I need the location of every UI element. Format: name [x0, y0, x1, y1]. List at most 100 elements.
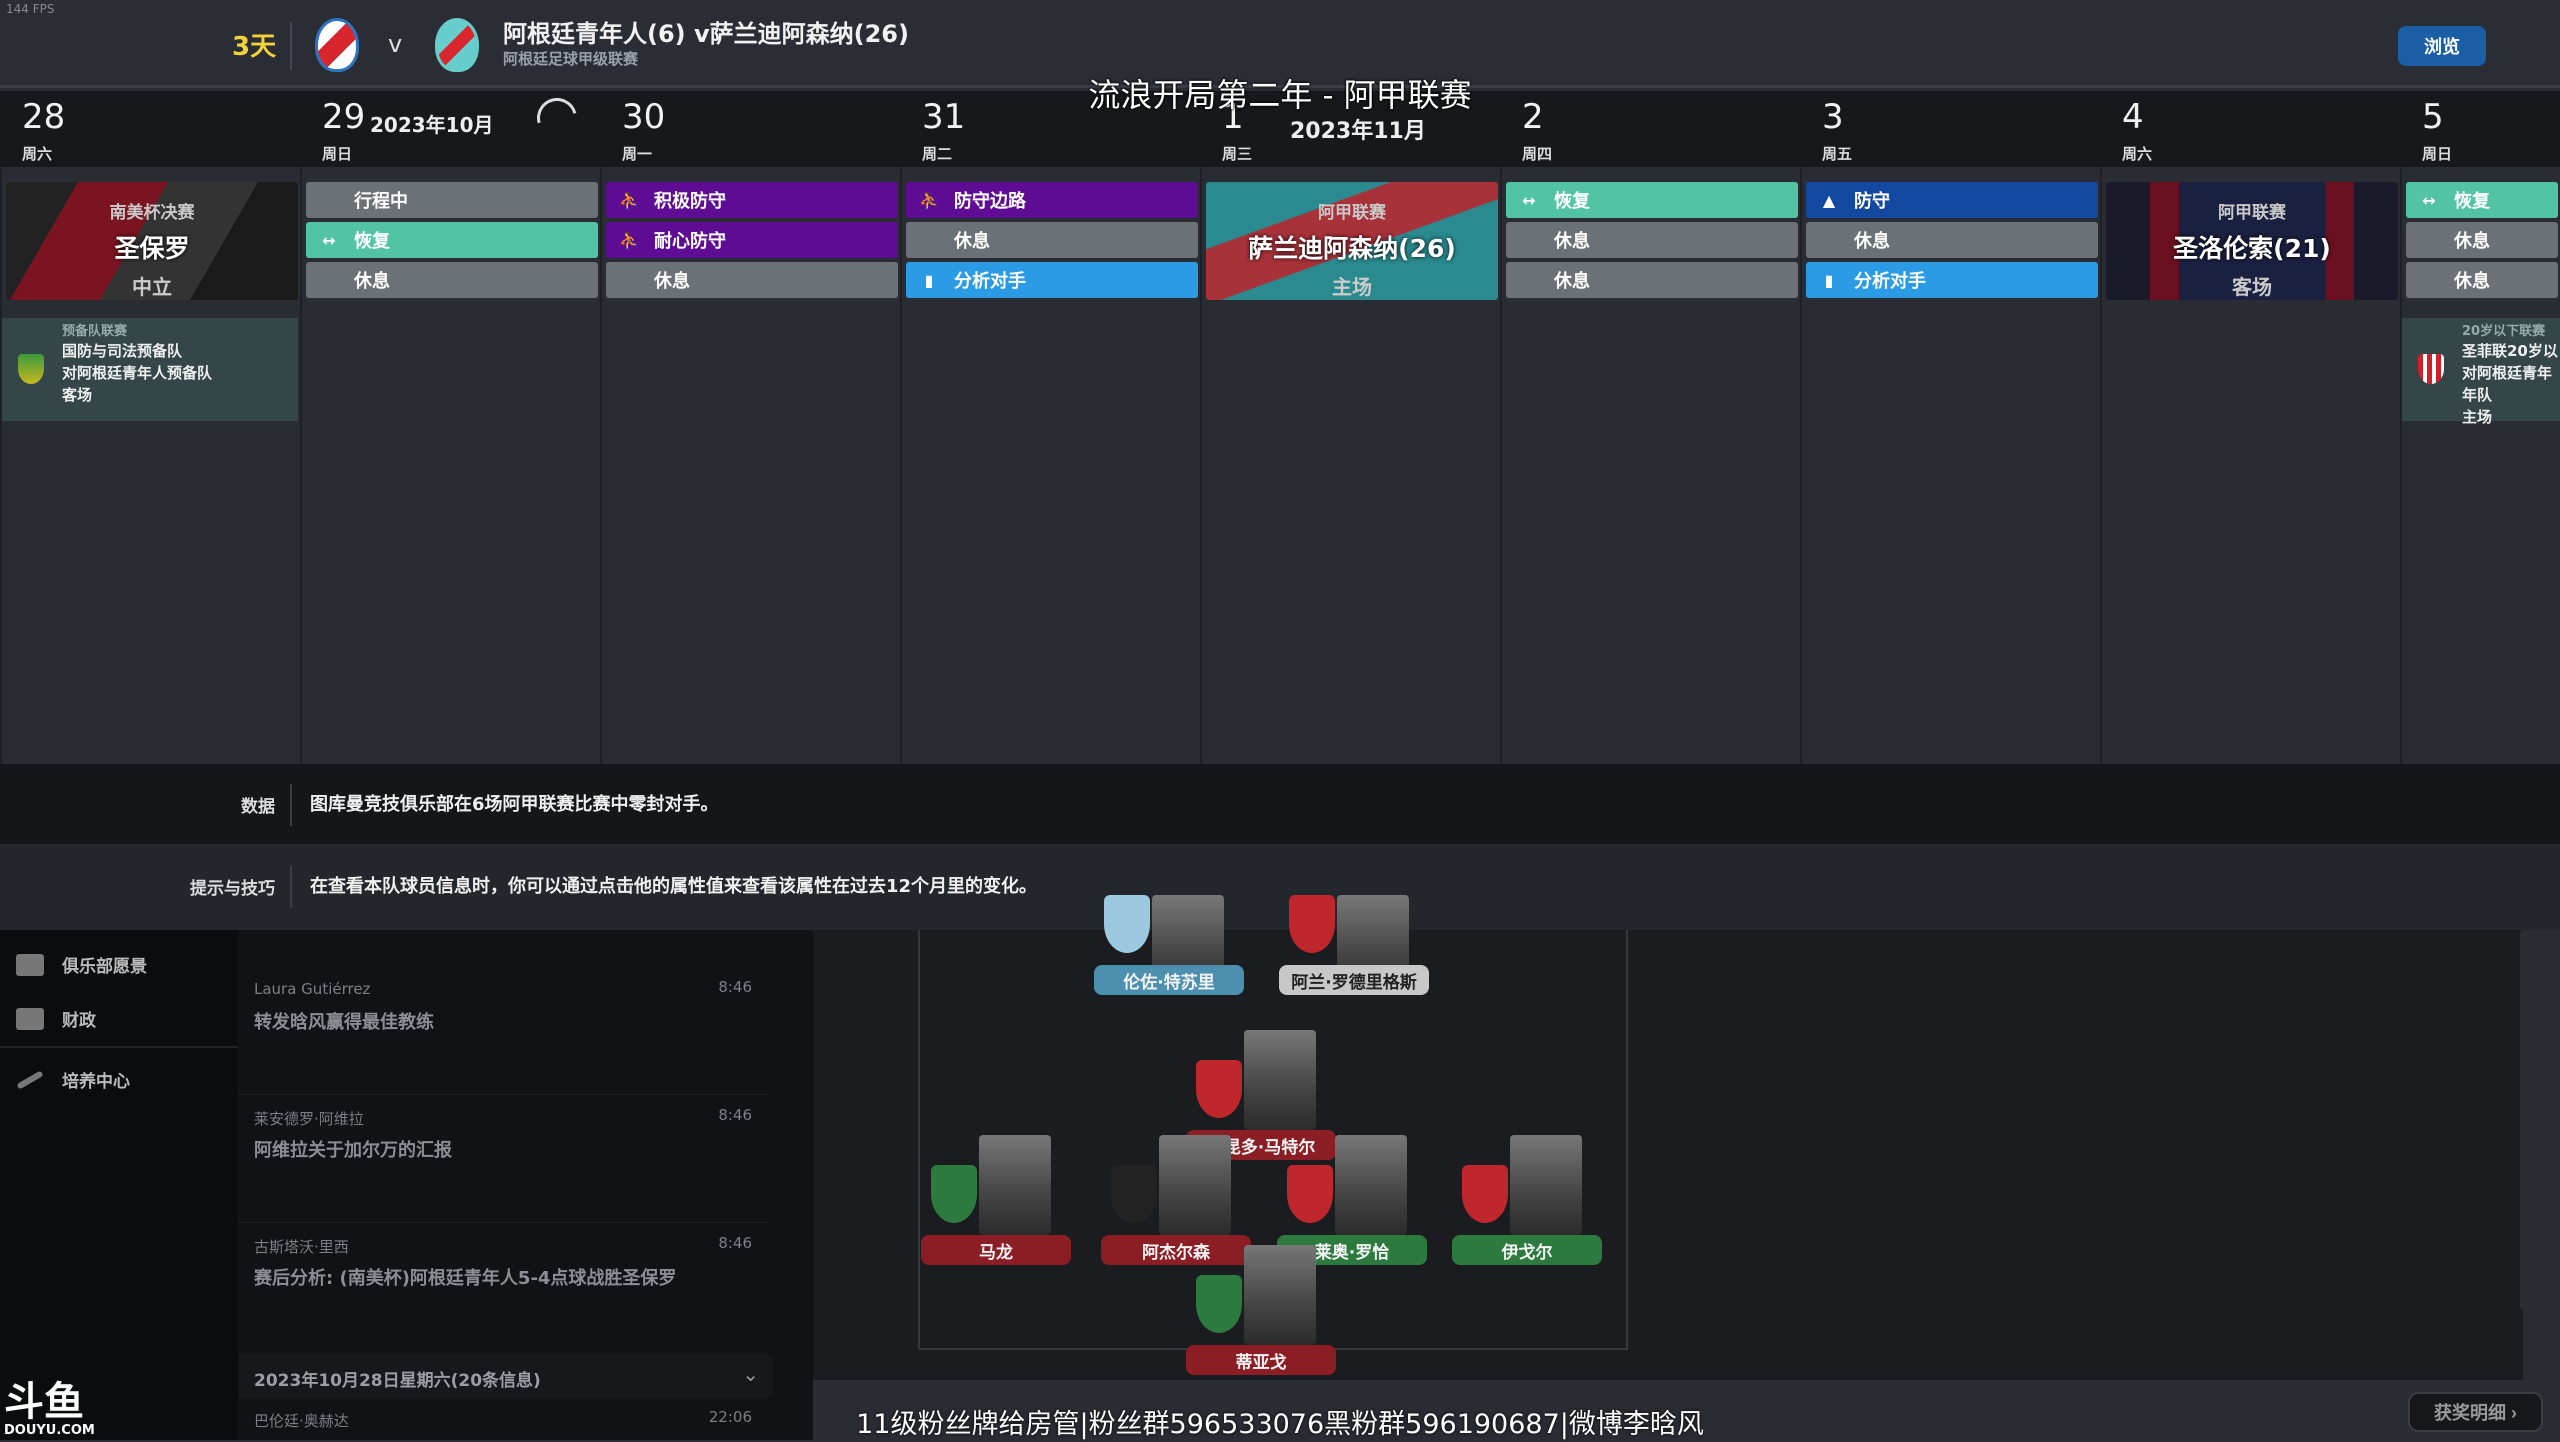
training-session[interactable]: 休息	[606, 262, 898, 298]
day-column: 阿甲联赛 圣洛伦索(21) 客场	[2100, 167, 2400, 764]
fixture-competition: 20岁以下联赛	[2462, 324, 2546, 339]
day-column: ⛹ 积极防守 ⛹ 耐心防守休息	[600, 167, 900, 764]
match-card[interactable]: 阿甲联赛 圣洛伦索(21) 客场	[2106, 182, 2398, 300]
news-time: 8:46	[718, 1234, 752, 1252]
growth-icon	[16, 1069, 44, 1090]
day-header[interactable]: 3 周五	[1800, 91, 2100, 167]
news-group-label: 2023年10月28日星期六(20条信息)	[254, 1371, 541, 1391]
session-label: 休息	[1554, 271, 1590, 292]
divider	[290, 22, 292, 70]
day-number: 31	[922, 97, 966, 137]
weekday-label: 周六	[2122, 145, 2153, 163]
day-number: 2	[1522, 97, 1544, 137]
training-session[interactable]: ▲ 防守	[1806, 182, 2098, 218]
day-header[interactable]: 1 2023年11月 周三	[1200, 91, 1500, 167]
sidebar-item-club-vision[interactable]: 俱乐部愿景	[16, 952, 147, 977]
day-header[interactable]: 4 周六	[2100, 91, 2400, 167]
news-time: 8:46	[718, 1106, 752, 1124]
tip-text: 在查看本队球员信息时，你可以通过点击他的属性值来查看该属性在过去12个月里的变化…	[310, 876, 1038, 897]
session-label: 恢复	[354, 231, 390, 252]
tackle-icon: ⛹	[919, 190, 939, 210]
news-item[interactable]: 莱安德罗·阿维拉 8:46 阿维拉关于加尔万的汇报	[238, 1098, 768, 1223]
training-session[interactable]: 行程中	[306, 182, 598, 218]
club-crest-icon	[1196, 1060, 1242, 1118]
formation-player[interactable]: 伊戈尔	[1452, 1135, 1602, 1265]
match-title[interactable]: 阿根廷青年人(6) v萨兰迪阿森纳(26)	[503, 14, 909, 49]
training-session[interactable]: ⛹ 防守边路	[906, 182, 1198, 218]
player-photo	[1335, 1135, 1407, 1235]
player-photo	[1152, 895, 1224, 965]
day-header[interactable]: 31 周二	[900, 91, 1200, 167]
formation-player[interactable]: 阿兰·罗德里格斯	[1279, 895, 1429, 995]
training-session[interactable]: ▮ 分析对手	[906, 262, 1198, 298]
training-session[interactable]: 休息	[2406, 262, 2558, 298]
day-header[interactable]: 2 周四	[1500, 91, 1800, 167]
training-session[interactable]: ⛹ 耐心防守	[606, 222, 898, 258]
session-label: 恢复	[2454, 191, 2490, 212]
away-team-badge-icon[interactable]	[435, 18, 479, 72]
training-session[interactable]: 休息	[1506, 222, 1798, 258]
training-session[interactable]: ↔ 恢复	[1506, 182, 1798, 218]
home-team-badge-icon[interactable]	[315, 18, 359, 72]
scrollbar[interactable]	[2520, 930, 2528, 1310]
formation-player[interactable]: 蒂亚戈	[1186, 1245, 1336, 1375]
sidebar-item-label: 培养中心	[62, 1072, 130, 1092]
session-label: 防守	[1854, 191, 1890, 212]
training-session[interactable]: ↔ 恢复	[306, 222, 598, 258]
training-session[interactable]: ↔ 恢复	[2406, 182, 2558, 218]
reserve-fixture[interactable]: 预备队联赛 国防与司法预备队 对阿根廷青年人预备队 客场	[2, 318, 298, 421]
browse-button[interactable]: 浏览	[2398, 26, 2486, 66]
tackle-icon: ⛹	[619, 230, 639, 250]
session-label: 休息	[1854, 231, 1890, 252]
match-opponent: 圣洛伦索(21)	[2173, 234, 2331, 263]
news-sender: 莱安德罗·阿维拉	[254, 1110, 364, 1128]
training-session[interactable]: 休息	[2406, 222, 2558, 258]
sidebar-item-development-centre[interactable]: 培养中心	[16, 1067, 130, 1092]
player-name-label: 马龙	[921, 1235, 1071, 1265]
weekday-label: 周一	[622, 145, 653, 163]
session-label: 行程中	[354, 191, 408, 212]
training-session[interactable]: 休息	[1506, 262, 1798, 298]
awards-detail-button[interactable]: 获奖明细 ›	[2408, 1392, 2543, 1432]
sidebar-item-finance[interactable]: 财政	[16, 1006, 96, 1031]
training-session[interactable]: 休息	[1806, 222, 2098, 258]
news-time: 8:46	[718, 978, 752, 996]
recovery-icon: ↔	[2422, 190, 2436, 210]
training-session[interactable]: 休息	[906, 222, 1198, 258]
fixture-line: 对阿根廷青年人预备队	[62, 364, 213, 382]
weekday-label: 周五	[1822, 145, 1853, 163]
day-header[interactable]: 30 周一	[600, 91, 900, 167]
chevron-down-icon[interactable]: ⌄	[742, 1362, 759, 1386]
fps-counter: 144 FPS	[6, 2, 55, 16]
weekday-label: 周六	[22, 145, 53, 163]
formation-player[interactable]: 伦佐·特苏里	[1094, 895, 1244, 995]
training-session[interactable]: ⛹ 积极防守	[606, 182, 898, 218]
day-header[interactable]: 28 周六	[0, 91, 300, 167]
club-crest-icon	[1196, 1275, 1242, 1333]
training-session[interactable]: ▮ 分析对手	[1806, 262, 2098, 298]
session-label: 分析对手	[954, 271, 1026, 292]
session-label: 防守边路	[954, 191, 1026, 212]
match-card[interactable]: 南美杯决赛 圣保罗 中立	[6, 182, 298, 300]
fixture-competition: 预备队联赛	[62, 324, 128, 339]
match-card[interactable]: 阿甲联赛 萨兰迪阿森纳(26) 主场	[1206, 182, 1498, 300]
session-label: 休息	[354, 271, 390, 292]
reserve-fixture[interactable]: 20岁以下联赛 圣菲联20岁以 对阿根廷青年 年队 主场	[2402, 318, 2560, 426]
formation-player[interactable]: 马龙	[921, 1135, 1071, 1265]
day-header[interactable]: 5 周日	[2400, 91, 2560, 167]
day-column: 南美杯决赛 圣保罗 中立	[0, 167, 300, 764]
training-session[interactable]: 休息	[306, 262, 598, 298]
month-label: 2023年11月	[1290, 119, 1426, 144]
date-header: 28 周六 29 2023年10月 周日 30 周一 31 周二 1 2023年11月 周三 2 周四 3 周…	[0, 91, 2560, 167]
news-item[interactable]: 古斯塔沃·里西 8:46 赛后分析: (南美杯)阿根廷青年人5-4点球战胜圣保罗	[238, 1226, 768, 1351]
news-item[interactable]: Laura Gutiérrez 8:46 转发晗风赢得最佳教练	[238, 970, 768, 1095]
divider	[290, 784, 292, 826]
club-crest-icon	[2418, 354, 2444, 384]
weekday-label: 周三	[1222, 145, 1253, 163]
weekday-label: 周四	[1522, 145, 1553, 163]
day-column: 行程中 ↔ 恢复休息	[300, 167, 600, 764]
club-crest-icon	[1289, 895, 1335, 953]
news-group-header[interactable]: 2023年10月28日星期六(20条信息) ⌄	[238, 1354, 773, 1398]
day-number: 30	[622, 97, 666, 137]
day-number: 3	[1822, 97, 1844, 137]
